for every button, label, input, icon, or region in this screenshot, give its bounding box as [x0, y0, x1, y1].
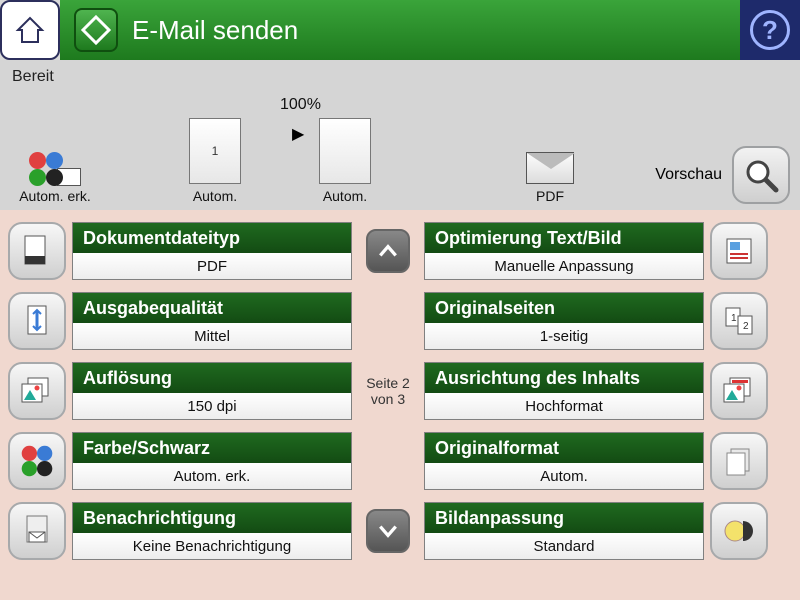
title-bar: E-Mail senden [60, 0, 740, 60]
mail-page-icon [21, 514, 53, 548]
start-diamond-icon [81, 15, 111, 45]
summary-input-label: Autom. [193, 188, 237, 204]
scroll-up-button[interactable] [366, 229, 410, 273]
help-icon: ? [750, 10, 790, 50]
summary-color-label: Autom. erk. [19, 188, 91, 204]
envelope-icon [526, 152, 574, 184]
option-title: Originalseiten [425, 293, 703, 323]
option-quality[interactable]: Ausgabequalität Mittel [72, 292, 352, 350]
input-page-icon: 1 [189, 118, 241, 184]
option-title: Farbe/Schwarz [73, 433, 351, 463]
option-value: 150 dpi [73, 393, 351, 419]
option-value: Autom. [425, 463, 703, 489]
option-adjust[interactable]: Bildanpassung Standard [424, 502, 704, 560]
contrast-icon [723, 515, 755, 547]
option-value: Standard [425, 533, 703, 559]
option-size[interactable]: Originalformat Autom. [424, 432, 704, 490]
option-icon-adjust[interactable] [710, 502, 768, 560]
option-value: Hochformat [425, 393, 703, 419]
option-icon-optimize[interactable] [710, 222, 768, 280]
option-title: Dokumentdateityp [73, 223, 351, 253]
option-color[interactable]: Farbe/Schwarz Autom. erk. [72, 432, 352, 490]
option-orientation[interactable]: Ausrichtung des Inhalts Hochformat [424, 362, 704, 420]
summary-format-label: PDF [536, 188, 564, 204]
option-icon-notify[interactable] [8, 502, 66, 560]
option-value: Autom. erk. [73, 463, 351, 489]
option-icon-orientation[interactable] [710, 362, 768, 420]
home-button[interactable] [0, 0, 60, 60]
summary-input-page[interactable]: 1 Autom. [150, 118, 280, 204]
pager-line2: von 3 [371, 391, 405, 407]
scroll-down-button[interactable] [366, 509, 410, 553]
pager-line1: Seite 2 [366, 375, 410, 391]
option-icon-sides[interactable]: 12 [710, 292, 768, 350]
home-icon [14, 14, 46, 46]
option-icon-size[interactable] [710, 432, 768, 490]
summary-color[interactable]: Autom. erk. [10, 152, 100, 204]
output-page-icon [319, 118, 371, 184]
option-icon-filetype[interactable] [8, 222, 66, 280]
options-grid: Dokumentdateityp PDF Optimierung Text/Bi… [0, 210, 800, 600]
summary-output-label: Autom. [323, 188, 367, 204]
page-title: E-Mail senden [132, 15, 298, 46]
option-icon-color[interactable] [8, 432, 66, 490]
option-title: Auflösung [73, 363, 351, 393]
preview-button[interactable] [732, 146, 790, 204]
svg-text:1: 1 [731, 313, 737, 324]
status-text: Bereit [0, 60, 800, 90]
start-button[interactable] [74, 8, 118, 52]
photos-color-icon [722, 376, 756, 406]
summary-bar: 100% ▶ Autom. erk. 1 Autom. Autom. PDF V… [0, 90, 800, 210]
pages-12-icon: 12 [723, 305, 755, 337]
option-title: Benachrichtigung [73, 503, 351, 533]
magnifier-icon [743, 157, 779, 193]
blank-pages-icon [723, 445, 755, 477]
file-icon [22, 234, 52, 268]
option-title: Ausgabequalität [73, 293, 351, 323]
pager: Seite 2 von 3 [358, 360, 418, 422]
option-sides[interactable]: Originalseiten 1-seitig [424, 292, 704, 350]
help-button[interactable]: ? [740, 0, 800, 60]
option-icon-resolution[interactable] [8, 362, 66, 420]
svg-text:2: 2 [743, 321, 749, 332]
color-wheel-icon [29, 152, 63, 186]
chevron-down-icon [377, 520, 399, 542]
option-title: Optimierung Text/Bild [425, 223, 703, 253]
chevron-up-icon [377, 240, 399, 262]
photos-icon [20, 376, 54, 406]
summary-format[interactable]: PDF [450, 152, 650, 204]
picture-text-icon [724, 236, 754, 266]
arrow-right-icon: ▶ [292, 124, 304, 144]
option-optimize[interactable]: Optimierung Text/Bild Manuelle Anpassung [424, 222, 704, 280]
preview-label: Vorschau [655, 166, 722, 184]
option-value: Manuelle Anpassung [425, 253, 703, 279]
option-value: Keine Benachrichtigung [73, 533, 351, 559]
option-value: Mittel [73, 323, 351, 349]
option-resolution[interactable]: Auflösung 150 dpi [72, 362, 352, 420]
option-title: Ausrichtung des Inhalts [425, 363, 703, 393]
option-value: PDF [73, 253, 351, 279]
compress-icon [22, 304, 52, 338]
color-wheel-icon [22, 446, 53, 477]
option-filetype[interactable]: Dokumentdateityp PDF [72, 222, 352, 280]
option-title: Originalformat [425, 433, 703, 463]
option-notify[interactable]: Benachrichtigung Keine Benachrichtigung [72, 502, 352, 560]
option-icon-quality[interactable] [8, 292, 66, 350]
scale-label: 100% [280, 96, 321, 114]
option-title: Bildanpassung [425, 503, 703, 533]
option-value: 1-seitig [425, 323, 703, 349]
